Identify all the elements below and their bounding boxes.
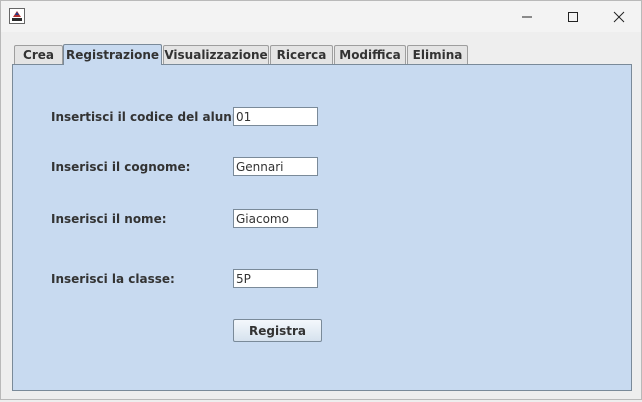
tab-modiffica[interactable]: Modiffica bbox=[334, 45, 406, 64]
close-button[interactable] bbox=[596, 1, 642, 32]
minimize-button[interactable] bbox=[504, 1, 550, 32]
nome-label: Inserisci il nome: bbox=[51, 212, 167, 226]
tab-elimina[interactable]: Elimina bbox=[407, 45, 468, 64]
tab-crea[interactable]: Crea bbox=[14, 45, 63, 64]
close-icon bbox=[613, 11, 625, 22]
cognome-label: Inserisci il cognome: bbox=[51, 160, 191, 174]
maximize-button[interactable] bbox=[550, 1, 596, 32]
maximize-icon bbox=[568, 11, 578, 22]
codice-input[interactable] bbox=[233, 107, 318, 126]
tab-registrazione[interactable]: Registrazione bbox=[63, 44, 162, 65]
classe-label: Inserisci la classe: bbox=[51, 272, 175, 286]
cognome-input[interactable] bbox=[233, 157, 318, 176]
codice-label: Insertisci il codice del alunno: bbox=[51, 110, 254, 124]
nome-input[interactable] bbox=[233, 209, 318, 228]
app-window: Crea Registrazione Visualizzazione Ricer… bbox=[0, 0, 642, 400]
classe-input[interactable] bbox=[233, 269, 318, 288]
minimize-icon bbox=[522, 16, 532, 17]
title-bar[interactable] bbox=[1, 1, 641, 32]
registra-button[interactable]: Registra bbox=[233, 319, 322, 342]
java-cup-icon bbox=[9, 8, 25, 24]
tab-ricerca[interactable]: Ricerca bbox=[270, 45, 333, 64]
tab-visualizzazione[interactable]: Visualizzazione bbox=[163, 45, 269, 64]
